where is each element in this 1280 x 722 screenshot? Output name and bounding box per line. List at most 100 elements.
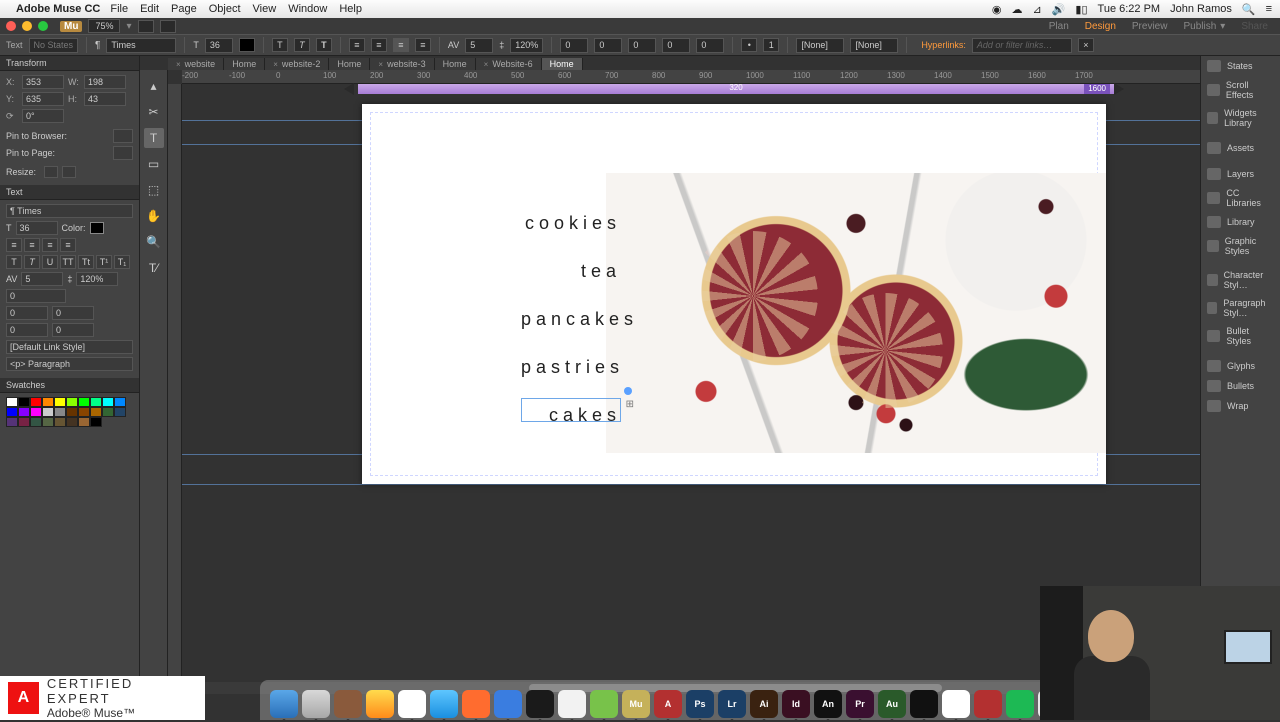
txt-sub[interactable]: T₁ xyxy=(114,255,130,269)
mode-preview[interactable]: Preview xyxy=(1132,21,1168,32)
panel-paragraph-styl-[interactable]: Paragraph Styl… xyxy=(1201,294,1280,322)
text-tracking[interactable] xyxy=(21,272,63,286)
swatch[interactable] xyxy=(42,407,54,417)
guide[interactable] xyxy=(182,484,1200,485)
dock-app[interactable]: Au xyxy=(878,690,906,718)
close-icon[interactable]: × xyxy=(176,60,181,69)
ruler-horizontal[interactable]: -200-10001002003004005006007008009001000… xyxy=(182,70,1200,84)
panel-widgets-library[interactable]: Widgets Library xyxy=(1201,104,1280,132)
menu-edit[interactable]: Edit xyxy=(140,3,159,15)
transform-w[interactable] xyxy=(84,75,126,89)
dock-app[interactable] xyxy=(366,690,394,718)
dock-app[interactable]: Ps xyxy=(686,690,714,718)
swatch[interactable] xyxy=(6,397,18,407)
tool-type-path[interactable]: T⁄ xyxy=(144,258,164,278)
dock-app[interactable] xyxy=(558,690,586,718)
panel-graphic-styles[interactable]: Graphic Styles xyxy=(1201,232,1280,260)
dock-app[interactable] xyxy=(430,690,458,718)
swatch[interactable] xyxy=(114,407,126,417)
txt-align-left[interactable]: ≡ xyxy=(6,238,22,252)
panel-swatches-header[interactable]: Swatches xyxy=(0,378,139,393)
hyperlink-clear[interactable]: × xyxy=(1078,38,1094,52)
breakpoint-bar[interactable]: 320 xyxy=(358,84,1114,94)
tool-hand[interactable]: ✋ xyxy=(144,206,164,226)
tab-home-6[interactable]: Home xyxy=(542,58,583,70)
text-color-swatch[interactable] xyxy=(90,222,104,234)
dock-app[interactable]: Lr xyxy=(718,690,746,718)
pin-browser-grid[interactable] xyxy=(113,129,133,143)
swatch[interactable] xyxy=(54,397,66,407)
close-icon[interactable]: × xyxy=(484,60,489,69)
font-size[interactable]: 36 xyxy=(205,38,233,53)
tool-selection[interactable]: ▴ xyxy=(144,76,164,96)
space-after[interactable]: 0 xyxy=(696,38,724,53)
para-style[interactable]: [None] xyxy=(850,38,898,53)
char-style[interactable]: [None] xyxy=(796,38,844,53)
tab-website-6[interactable]: ×Website-6 xyxy=(476,58,542,70)
panel-assets[interactable]: Assets xyxy=(1201,138,1280,158)
panel-bullets[interactable]: Bullets xyxy=(1201,376,1280,396)
align-center[interactable]: ≡ xyxy=(371,38,387,52)
transform-h[interactable] xyxy=(84,92,126,106)
menu-item-tea[interactable]: tea xyxy=(521,261,621,282)
swatch[interactable] xyxy=(78,417,90,427)
list-bullets[interactable]: • xyxy=(741,38,757,52)
dock-app[interactable]: Ai xyxy=(750,690,778,718)
maximize-window[interactable] xyxy=(38,21,48,31)
txt-super[interactable]: T¹ xyxy=(96,255,112,269)
dock-app[interactable] xyxy=(910,690,938,718)
align-justify[interactable]: ≡ xyxy=(415,38,431,52)
dock-app[interactable] xyxy=(974,690,1002,718)
indent-right[interactable]: 0 xyxy=(628,38,656,53)
ruler-vertical[interactable] xyxy=(168,84,182,694)
transform-x[interactable] xyxy=(22,75,64,89)
swatch[interactable] xyxy=(78,397,90,407)
menu-item-pastries[interactable]: pastries xyxy=(521,357,621,378)
panel-states[interactable]: States xyxy=(1201,56,1280,76)
swatch[interactable] xyxy=(90,397,102,407)
zoom-level[interactable]: 75% xyxy=(88,19,120,33)
tool-frame[interactable]: ⬚ xyxy=(144,180,164,200)
dock-app[interactable] xyxy=(398,690,426,718)
align-left[interactable]: ≡ xyxy=(349,38,365,52)
swatch[interactable] xyxy=(42,417,54,427)
tab-home-1[interactable]: Home xyxy=(224,58,265,70)
text-v3[interactable] xyxy=(6,323,48,337)
panel-bullet-styles[interactable]: Bullet Styles xyxy=(1201,322,1280,350)
swatch[interactable] xyxy=(66,407,78,417)
dock-app[interactable] xyxy=(462,690,490,718)
swatch[interactable] xyxy=(90,407,102,417)
txt-align-center[interactable]: ≡ xyxy=(24,238,40,252)
txt-caps[interactable]: TT xyxy=(60,255,76,269)
swatch[interactable] xyxy=(18,407,30,417)
mode-design[interactable]: Design xyxy=(1085,21,1116,32)
text-v4[interactable] xyxy=(52,323,94,337)
swatches-grid[interactable] xyxy=(6,397,136,427)
txt-align-justify[interactable]: ≡ xyxy=(60,238,76,252)
text-v1[interactable] xyxy=(6,306,48,320)
hyperlinks-field[interactable]: Add or filter links… xyxy=(972,38,1072,53)
panel-scroll-effects[interactable]: Scroll Effects xyxy=(1201,76,1280,104)
swatch[interactable] xyxy=(66,417,78,427)
swatch[interactable] xyxy=(90,417,102,427)
menu-help[interactable]: Help xyxy=(339,3,362,15)
mode-publish[interactable]: Publish xyxy=(1183,21,1216,32)
indent-left[interactable]: 0 xyxy=(560,38,588,53)
text-size[interactable] xyxy=(16,221,58,235)
txt-regular[interactable]: T xyxy=(6,255,22,269)
swatch[interactable] xyxy=(18,417,30,427)
swatch[interactable] xyxy=(42,397,54,407)
menu-item-pancakes[interactable]: pancakes xyxy=(521,309,621,330)
dock-app[interactable] xyxy=(942,690,970,718)
swatch[interactable] xyxy=(54,407,66,417)
menu-view[interactable]: View xyxy=(253,3,277,15)
tool-zoom[interactable]: 🔍 xyxy=(144,232,164,252)
close-window[interactable] xyxy=(6,21,16,31)
swatch[interactable] xyxy=(30,417,42,427)
txt-underline[interactable]: U xyxy=(42,255,58,269)
app-name[interactable]: Adobe Muse CC xyxy=(16,3,100,15)
menu-item-cookies[interactable]: cookies xyxy=(521,213,621,234)
panel-wrap[interactable]: Wrap xyxy=(1201,396,1280,416)
minimize-window[interactable] xyxy=(22,21,32,31)
dock-app[interactable]: Mu xyxy=(622,690,650,718)
